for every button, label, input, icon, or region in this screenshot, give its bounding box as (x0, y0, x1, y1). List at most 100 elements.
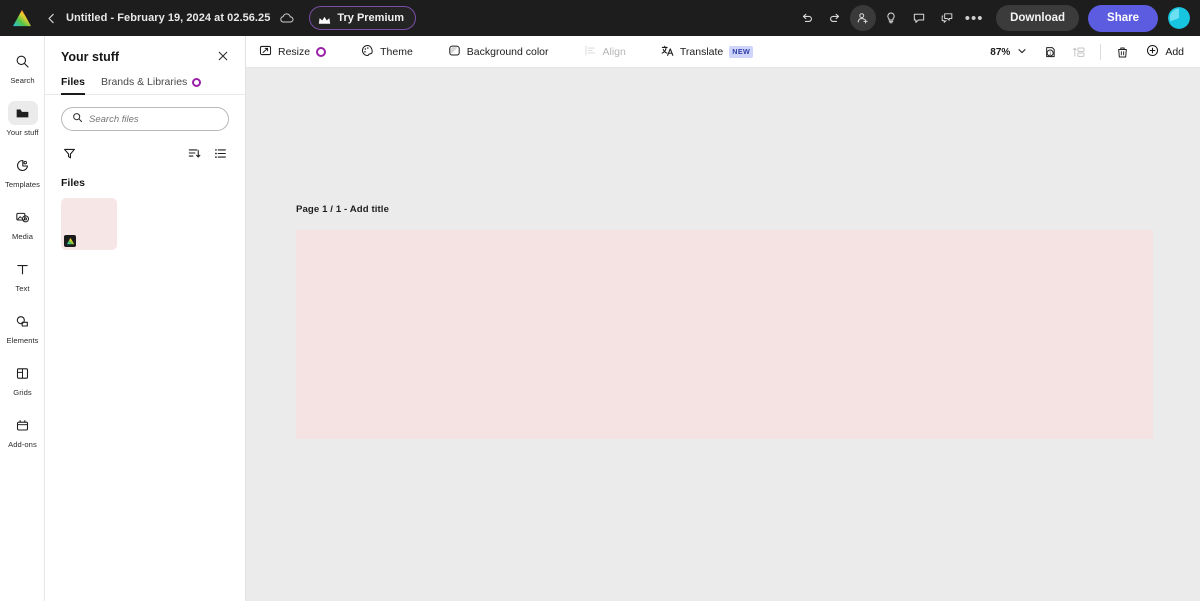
theme-button[interactable]: Theme (352, 36, 422, 68)
sidebar-item-label: Text (15, 284, 30, 293)
tab-label: Files (61, 76, 85, 88)
sidebar-item-label: Grids (13, 388, 32, 397)
search-input[interactable] (89, 113, 218, 125)
sidebar-item-label: Add-ons (8, 440, 37, 449)
sidebar-item-label: Templates (4, 180, 41, 189)
chevron-down-icon (1017, 46, 1027, 59)
align-label: Align (602, 45, 626, 58)
background-color-button[interactable]: Background color (439, 36, 558, 68)
sidebar-item-label: Media (12, 232, 33, 241)
grids-icon (8, 361, 38, 385)
sidebar-item-grids[interactable]: Grids (0, 354, 45, 404)
close-icon[interactable] (217, 50, 229, 64)
sidebar-item-label: Your stuff (6, 128, 39, 137)
resize-button[interactable]: Resize (250, 36, 335, 68)
sidebar-item-add-ons[interactable]: Add-ons (0, 406, 45, 456)
search-files-box[interactable] (61, 107, 229, 131)
sidebar-item-text[interactable]: Text (0, 250, 45, 300)
addons-icon (8, 413, 38, 437)
toolbar-divider (1100, 44, 1102, 60)
brands-badge-icon (192, 77, 202, 87)
sidebar-item-elements[interactable]: Elements (0, 302, 45, 352)
more-options-button[interactable]: ••• (962, 5, 986, 31)
media-icon (8, 205, 38, 229)
tab-files[interactable]: Files (61, 76, 85, 95)
sidebar-item-templates[interactable]: Templates (0, 146, 45, 196)
adobe-logo[interactable] (12, 9, 32, 27)
your-stuff-panel: Your stuff Files Brands & Libraries Sear… (45, 36, 246, 601)
sidebar-item-label: Search (10, 76, 35, 85)
text-icon (8, 257, 38, 281)
theme-label: Theme (380, 45, 413, 58)
translate-icon (661, 44, 674, 60)
templates-icon (8, 153, 38, 177)
sidebar-item-your-stuff[interactable]: Your stuff (0, 94, 45, 144)
sort-icon[interactable] (188, 147, 201, 160)
tab-brands-libraries[interactable]: Brands & Libraries (100, 76, 202, 94)
document-toolbar: Resize Theme Background color Align Tran… (246, 36, 1200, 68)
share-button[interactable]: Share (1088, 4, 1158, 32)
comment-icon[interactable] (906, 5, 932, 31)
resize-badge-icon (316, 46, 327, 57)
artboard[interactable] (296, 230, 1153, 439)
toolbar-right-group: 87% 1 Add (983, 36, 1192, 68)
trash-icon[interactable] (1109, 39, 1135, 65)
add-page-button[interactable]: Add (1138, 39, 1192, 65)
add-person-icon[interactable] (850, 5, 877, 31)
add-label: Add (1165, 46, 1184, 58)
top-bar: Untitled - February 19, 2024 at 02.56.25… (0, 0, 1200, 36)
list-view-icon[interactable] (214, 147, 227, 160)
undo-icon[interactable] (794, 5, 820, 31)
document-title[interactable]: Untitled - February 19, 2024 at 02.56.25 (66, 12, 270, 24)
left-rail: Search Your stuff Templates Media Text E… (0, 36, 45, 601)
zoom-control[interactable]: 87% (983, 40, 1034, 64)
elements-icon (8, 309, 38, 333)
zoom-level-label: 87% (990, 46, 1011, 58)
panel-tool-row (45, 131, 245, 160)
align-icon (584, 44, 597, 60)
panel-header: Your stuff (45, 36, 245, 64)
sidebar-item-media[interactable]: Media (0, 198, 45, 248)
cloud-saved-icon[interactable] (279, 10, 295, 26)
crown-icon (318, 13, 331, 24)
try-premium-label: Try Premium (337, 12, 405, 24)
panel-title: Your stuff (61, 50, 120, 64)
filter-funnel-icon[interactable] (63, 147, 76, 160)
plus-circle-icon (1146, 44, 1159, 60)
folder-icon (7, 101, 38, 125)
feedback-icon[interactable] (934, 5, 960, 31)
pages-count-icon[interactable]: 1 (1037, 39, 1063, 65)
resize-icon (259, 44, 272, 60)
arrange-icon (1066, 39, 1092, 65)
tab-label: Brands & Libraries (100, 76, 188, 88)
search-icon (72, 110, 83, 128)
search-icon (8, 49, 38, 73)
download-button[interactable]: Download (996, 5, 1080, 31)
file-thumbnail[interactable] (61, 198, 117, 250)
canvas-workspace[interactable]: Page 1 / 1 - Add title (246, 68, 1200, 601)
panel-search-wrap (45, 95, 245, 131)
translate-button[interactable]: Translate NEW (652, 36, 762, 68)
top-bar-actions: ••• Download Share (794, 0, 1190, 36)
panel-view-tools (188, 147, 227, 160)
avatar[interactable] (1168, 7, 1190, 29)
adobe-express-editor: Untitled - February 19, 2024 at 02.56.25… (0, 0, 1200, 601)
files-grid (45, 189, 245, 250)
new-badge: NEW (729, 45, 754, 58)
back-chevron-icon[interactable] (42, 9, 60, 27)
background-color-icon (448, 44, 461, 60)
translate-label: Translate (679, 45, 724, 58)
sidebar-item-search[interactable]: Search (0, 42, 45, 92)
resize-label: Resize (278, 45, 311, 58)
file-type-badge (64, 235, 76, 247)
align-button: Align (575, 36, 635, 68)
try-premium-button[interactable]: Try Premium (309, 6, 417, 30)
theme-palette-icon (361, 44, 374, 60)
sidebar-item-label: Elements (6, 336, 39, 345)
page-title-label[interactable]: Page 1 / 1 - Add title (296, 204, 389, 215)
lightbulb-icon[interactable] (878, 5, 904, 31)
panel-tabs: Files Brands & Libraries (45, 64, 245, 95)
background-color-label: Background color (466, 45, 549, 58)
redo-icon[interactable] (822, 5, 848, 31)
files-section-label: Files (61, 177, 85, 189)
